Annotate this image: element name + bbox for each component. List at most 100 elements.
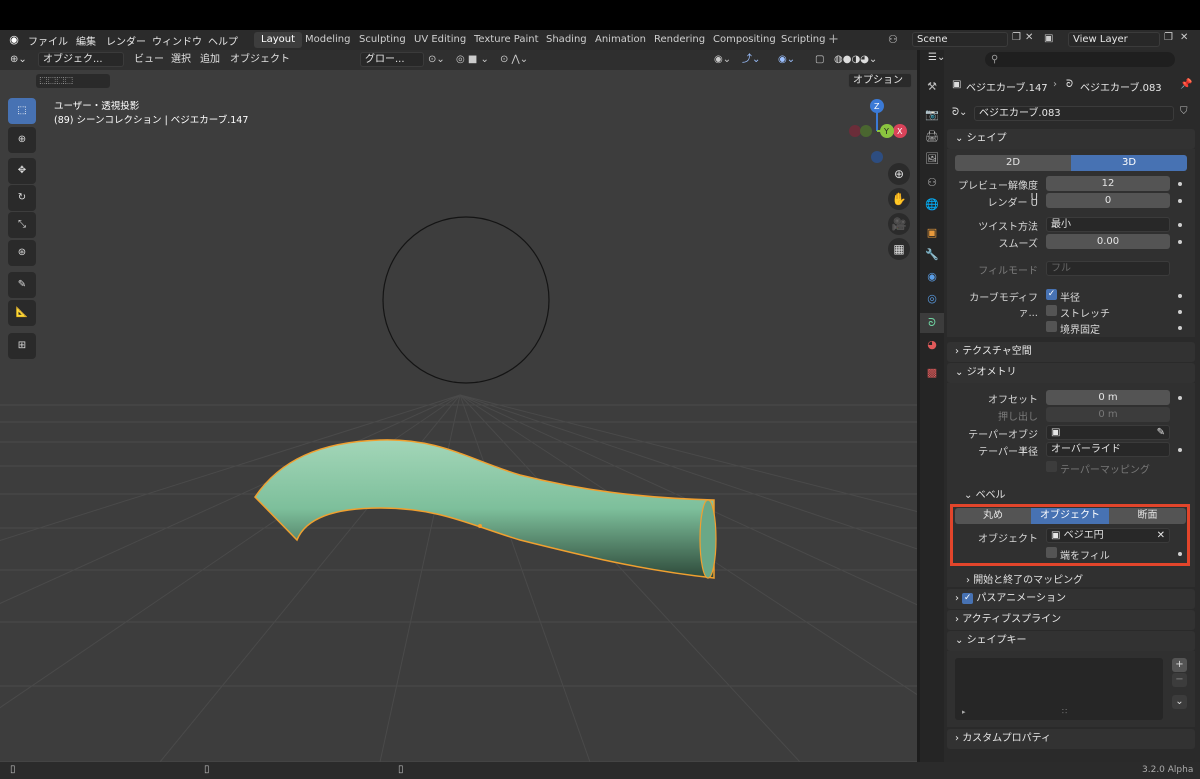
clear-icon[interactable]: ✕ (1157, 529, 1165, 542)
shape-key-menu-icon[interactable]: ⌄ (1172, 695, 1187, 709)
render-resolution-field[interactable]: 0 (1046, 193, 1170, 208)
keyframe-dot[interactable] (1178, 448, 1182, 452)
taper-radius-select[interactable]: オーバーライド (1046, 442, 1170, 457)
3d-viewport[interactable] (0, 50, 917, 762)
tab-sculpting[interactable]: Sculpting (352, 32, 413, 48)
radius-checkbox[interactable]: ✓ (1046, 289, 1057, 300)
view-layer-icon[interactable]: ▣ (1044, 33, 1064, 44)
panel-geometry-header[interactable]: ⌄ ジオメトリ (947, 363, 1195, 383)
breadcrumb-data[interactable]: ベジエカーブ.083 (1080, 79, 1162, 94)
proportional-edit-icon[interactable]: ⊙ ⋀⌄ (500, 52, 528, 68)
menu-view[interactable]: ビュー (134, 52, 164, 68)
panel-custom-properties-header[interactable]: › カスタムプロパティ (947, 729, 1195, 749)
copy-view-layer-icon[interactable]: ❐ (1164, 32, 1176, 43)
offset-field[interactable]: 0 m (1046, 390, 1170, 405)
tab-texture-paint[interactable]: Texture Paint (467, 32, 546, 48)
curve-data-icon[interactable]: ᘐ⌄ (952, 107, 967, 118)
view-layer-tab-icon[interactable]: 🖼 (922, 152, 942, 165)
stretch-checkbox[interactable] (1046, 305, 1057, 316)
move-tool-icon[interactable]: ✥ (8, 158, 36, 184)
object-tab-icon[interactable]: ▣ (922, 226, 942, 239)
scene-icon[interactable]: ⚇ (888, 33, 908, 47)
zoom-icon[interactable]: ⊕ (888, 163, 910, 185)
snap-icon[interactable]: ◎ ■ ⌄ (456, 52, 489, 68)
blender-logo-icon[interactable]: ◉ (4, 33, 24, 46)
copy-scene-icon[interactable]: ❐ (1012, 32, 1024, 43)
tab-uv-editing[interactable]: UV Editing (407, 32, 473, 48)
bevel-profile-button[interactable]: 断面 (1109, 508, 1186, 524)
breadcrumb-object[interactable]: ベジエカーブ.147 (966, 79, 1048, 94)
start-end-mapping-subpanel[interactable]: › 開始と終了のマッピング (966, 571, 1083, 586)
visibility-icon[interactable]: ◉⌄ (714, 52, 731, 68)
eyedropper-icon[interactable]: ✎ (1157, 426, 1165, 439)
select-mode-icons[interactable]: ⬚⬚⬚⬚ (36, 74, 110, 88)
output-tab-icon[interactable]: 🖨 (922, 130, 942, 143)
bevel-subpanel-header[interactable]: ⌄ ベベル (964, 486, 1006, 501)
shading-modes-icon[interactable]: ◍●◑◕⌄ (834, 52, 877, 68)
navigation-gizmo[interactable]: Z X Y (844, 96, 910, 166)
tab-animation[interactable]: Animation (588, 32, 653, 48)
menu-help[interactable]: ヘルプ (208, 33, 238, 48)
close-icon[interactable]: ✕ (1025, 32, 1037, 43)
list-expand-icon[interactable]: ▸ (962, 708, 966, 716)
tab-scripting[interactable]: Scripting (774, 32, 832, 48)
bevel-object-button[interactable]: オブジェクト (1031, 508, 1109, 524)
physics-tab-icon[interactable]: ◎ (922, 292, 942, 305)
render-tab-icon[interactable]: 📷 (922, 108, 942, 121)
keyframe-dot[interactable] (1178, 396, 1182, 400)
rotate-tool-icon[interactable]: ↻ (8, 185, 36, 211)
pin-icon[interactable]: 📌 (1180, 79, 1192, 90)
keyframe-dot[interactable] (1178, 294, 1182, 298)
keyframe-dot[interactable] (1178, 552, 1182, 556)
material-tab-icon[interactable]: ◕ (922, 338, 942, 351)
menu-object[interactable]: オブジェクト (230, 52, 290, 68)
bevel-round-button[interactable]: 丸め (955, 508, 1031, 524)
panel-shape-keys-header[interactable]: ⌄ シェイプキー (947, 631, 1195, 651)
xray-icon[interactable]: ▢ (815, 52, 824, 68)
scene-tab-icon[interactable]: ⚇ (922, 176, 942, 189)
tab-rendering[interactable]: Rendering (647, 32, 712, 48)
menu-select[interactable]: 選択 (171, 52, 191, 68)
keyframe-dot[interactable] (1178, 326, 1182, 330)
tab-layout[interactable]: Layout (254, 32, 302, 48)
panel-shape-header[interactable]: ⌄ シェイプ (947, 129, 1195, 149)
add-cube-tool-icon[interactable]: ⊞ (8, 333, 36, 359)
panel-active-spline-header[interactable]: › アクティブスプライン (947, 610, 1195, 630)
world-tab-icon[interactable]: 🌐 (922, 198, 942, 211)
shape-keys-list[interactable] (955, 658, 1163, 720)
panel-path-animation-header[interactable]: › ✓ パスアニメーション (947, 589, 1195, 609)
pivot-icon[interactable]: ⊙⌄ (428, 52, 445, 68)
modifier-tab-icon[interactable]: 🔧 (922, 248, 942, 261)
add-shape-key-icon[interactable]: + (1172, 658, 1187, 672)
overlay-icon[interactable]: ◉⌄ (778, 52, 795, 68)
view-layer-field[interactable]: View Layer (1068, 32, 1160, 47)
cursor-tool-icon[interactable]: ⊕ (8, 127, 36, 153)
keyframe-dot[interactable] (1178, 240, 1182, 244)
select-tool-icon[interactable]: ⬚ (8, 98, 36, 124)
scale-tool-icon[interactable]: ⤡ (8, 212, 36, 238)
grid-perspective-icon[interactable]: ▦ (888, 238, 910, 260)
menu-add[interactable]: 追加 (200, 52, 220, 68)
preview-resolution-field[interactable]: 12 (1046, 176, 1170, 191)
menu-file[interactable]: ファイル (28, 33, 68, 48)
dimension-2d-button[interactable]: 2D (955, 155, 1071, 171)
pan-hand-icon[interactable]: ✋ (888, 188, 910, 210)
editor-type-icon[interactable]: ☰⌄ (928, 52, 945, 63)
add-workspace-icon[interactable]: + (828, 32, 839, 47)
transform-tool-icon[interactable]: ⊛ (8, 240, 36, 266)
twist-method-select[interactable]: 最小 (1046, 217, 1170, 232)
options-dropdown[interactable]: オプション (848, 73, 912, 88)
keyframe-dot[interactable] (1178, 182, 1182, 186)
list-resize-handle[interactable]: ∷ (1062, 707, 1067, 716)
mode-select[interactable]: オブジェク... (38, 52, 124, 67)
menu-edit[interactable]: 編集 (76, 33, 96, 48)
close-icon[interactable]: ✕ (1180, 32, 1192, 43)
fill-caps-checkbox[interactable] (1046, 547, 1057, 558)
taper-object-field[interactable]: ▣ ✎ (1046, 425, 1170, 440)
annotate-tool-icon[interactable]: ✎ (8, 272, 36, 298)
keyframe-dot[interactable] (1178, 199, 1182, 203)
bevel-object-field[interactable]: ▣ ベジエ円 ✕ (1046, 528, 1170, 543)
search-input[interactable]: ⚲ (985, 52, 1175, 67)
data-name-field[interactable]: ベジエカーブ.083 (974, 106, 1174, 121)
bounds-clamp-checkbox[interactable] (1046, 321, 1057, 332)
